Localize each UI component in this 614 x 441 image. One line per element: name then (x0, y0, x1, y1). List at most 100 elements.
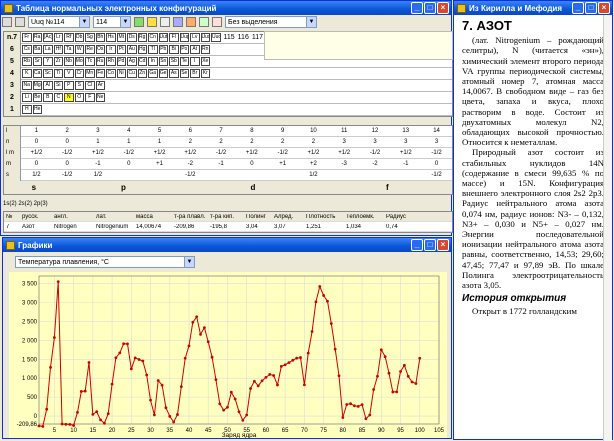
element-cell[interactable]: Cd (137, 57, 147, 66)
element-cell[interactable]: Po (179, 45, 189, 54)
element-cell[interactable]: B (43, 93, 53, 102)
element-cell[interactable]: Fl (169, 33, 179, 42)
element-cell[interactable]: V (64, 69, 74, 78)
element-cell[interactable]: Mn (85, 69, 95, 78)
folder-icon[interactable] (147, 17, 157, 27)
element-cell[interactable]: Na (22, 81, 32, 90)
element-cell[interactable]: Rn (200, 45, 210, 54)
element-cell[interactable]: Ar (95, 81, 105, 90)
element-cell[interactable]: Cl (85, 81, 95, 90)
element-cell[interactable]: Se (179, 69, 189, 78)
element-cell[interactable]: Co (106, 69, 116, 78)
element-cell[interactable]: C (53, 93, 63, 102)
element-cell[interactable]: Nb (64, 57, 74, 66)
element-cell[interactable]: S (74, 81, 84, 90)
element-cell[interactable]: Os (95, 45, 105, 54)
element-cell[interactable]: Ga (148, 69, 158, 78)
element-cell[interactable]: Db (74, 33, 84, 42)
element-cell[interactable]: Hs (106, 33, 116, 42)
number-combo[interactable]: 114 ▼ (93, 16, 131, 28)
settings-icon[interactable] (186, 17, 196, 27)
article-maximize-button[interactable]: □ (585, 2, 597, 14)
element-cell[interactable]: Cs (22, 45, 32, 54)
element-cell[interactable]: Lr (53, 33, 63, 42)
element-cell[interactable]: Pt (116, 45, 126, 54)
table-icon[interactable] (199, 17, 209, 27)
element-cell[interactable]: Li (22, 93, 32, 102)
element-cell[interactable]: Br (190, 69, 200, 78)
element-cell[interactable]: Au (127, 45, 137, 54)
element-cell[interactable]: Rh (106, 57, 116, 66)
doc-icon[interactable] (160, 17, 170, 27)
element-cell[interactable]: Ta (64, 45, 74, 54)
palette-icon[interactable] (134, 17, 144, 27)
grid-toggle-icon[interactable] (2, 17, 12, 27)
element-cell[interactable]: Si (53, 81, 63, 90)
element-cell[interactable]: Bh (95, 33, 105, 42)
element-cell[interactable]: Ag (127, 57, 137, 66)
element-combo[interactable]: Uuq №114 ▼ (28, 16, 90, 28)
element-cell[interactable]: P (64, 81, 74, 90)
element-cell[interactable]: Xe (200, 57, 210, 66)
element-cell[interactable]: Uus (200, 33, 210, 42)
element-cell[interactable]: Uuo (211, 33, 221, 42)
graph-close-button[interactable]: × (437, 239, 449, 251)
element-cell[interactable]: Ra (32, 33, 42, 42)
export-icon[interactable] (212, 17, 222, 27)
element-cell[interactable]: Ir (106, 45, 116, 54)
element-cell[interactable]: Uut (158, 33, 168, 42)
element-cell[interactable]: Tc (85, 57, 95, 66)
element-cell[interactable]: Ca (32, 69, 42, 78)
article-minimize-button[interactable]: _ (572, 2, 584, 14)
minimize-button[interactable]: _ (411, 2, 423, 14)
graph-minimize-button[interactable]: _ (411, 239, 423, 251)
element-cell[interactable]: Sr (32, 57, 42, 66)
element-cell[interactable]: O (74, 93, 84, 102)
element-cell[interactable]: H (22, 105, 32, 114)
element-cell[interactable]: Kr (200, 69, 210, 78)
result-data-row[interactable]: 7 Азот Nitrogen Nitrogenium 14,00674 -209,86 -… (4, 222, 452, 232)
element-cell[interactable]: Mt (116, 33, 126, 42)
element-cell[interactable]: Ba (32, 45, 42, 54)
element-cell[interactable]: F (85, 93, 95, 102)
close-button[interactable]: × (437, 2, 449, 14)
element-cell[interactable]: Lv (190, 33, 200, 42)
graph-maximize-button[interactable]: □ (424, 239, 436, 251)
element-cell[interactable]: In (148, 57, 158, 66)
element-cell[interactable]: Te (179, 57, 189, 66)
element-cell[interactable]: Hf (53, 45, 63, 54)
element-cell[interactable]: Rb (22, 57, 32, 66)
mode-combo[interactable]: Без выделения ▼ (225, 16, 317, 28)
element-cell[interactable]: Ti (53, 69, 63, 78)
element-cell[interactable]: N (64, 93, 74, 102)
element-cell[interactable]: Tl (148, 45, 158, 54)
element-cell[interactable]: I (190, 57, 200, 66)
element-cell[interactable]: Bi (169, 45, 179, 54)
property-selector[interactable]: Температура плавления, °C ▼ (15, 256, 195, 268)
element-cell[interactable]: Sn (158, 57, 168, 66)
element-cell[interactable]: K (22, 69, 32, 78)
element-cell[interactable]: Al (43, 81, 53, 90)
element-cell[interactable]: Hg (137, 45, 147, 54)
element-cell[interactable]: Ge (158, 69, 168, 78)
element-cell[interactable]: At (190, 45, 200, 54)
maximize-button[interactable]: □ (424, 2, 436, 14)
element-cell[interactable]: Sb (169, 57, 179, 66)
element-cell[interactable]: As (169, 69, 179, 78)
element-cell[interactable]: Pb (158, 45, 168, 54)
element-cell[interactable]: Ni (116, 69, 126, 78)
element-cell[interactable]: Sg (85, 33, 95, 42)
element-cell[interactable]: Zr (53, 57, 63, 66)
element-cell[interactable]: Zn (137, 69, 147, 78)
main-titlebar[interactable]: Таблица нормальных электронных конфигура… (1, 1, 451, 15)
element-cell[interactable]: Rf (64, 33, 74, 42)
element-cell[interactable]: Re (85, 45, 95, 54)
element-cell[interactable]: He (32, 105, 42, 114)
element-cell[interactable]: W (74, 45, 84, 54)
article-titlebar[interactable]: Из Кирилла и Мефодия _ □ × (454, 1, 612, 15)
element-cell[interactable]: Uup (179, 33, 189, 42)
element-cell[interactable]: Ds (127, 33, 137, 42)
graph-titlebar[interactable]: Графики _ □ × (3, 238, 451, 252)
element-cell[interactable]: Fr (22, 33, 32, 42)
article-close-button[interactable]: × (598, 2, 610, 14)
